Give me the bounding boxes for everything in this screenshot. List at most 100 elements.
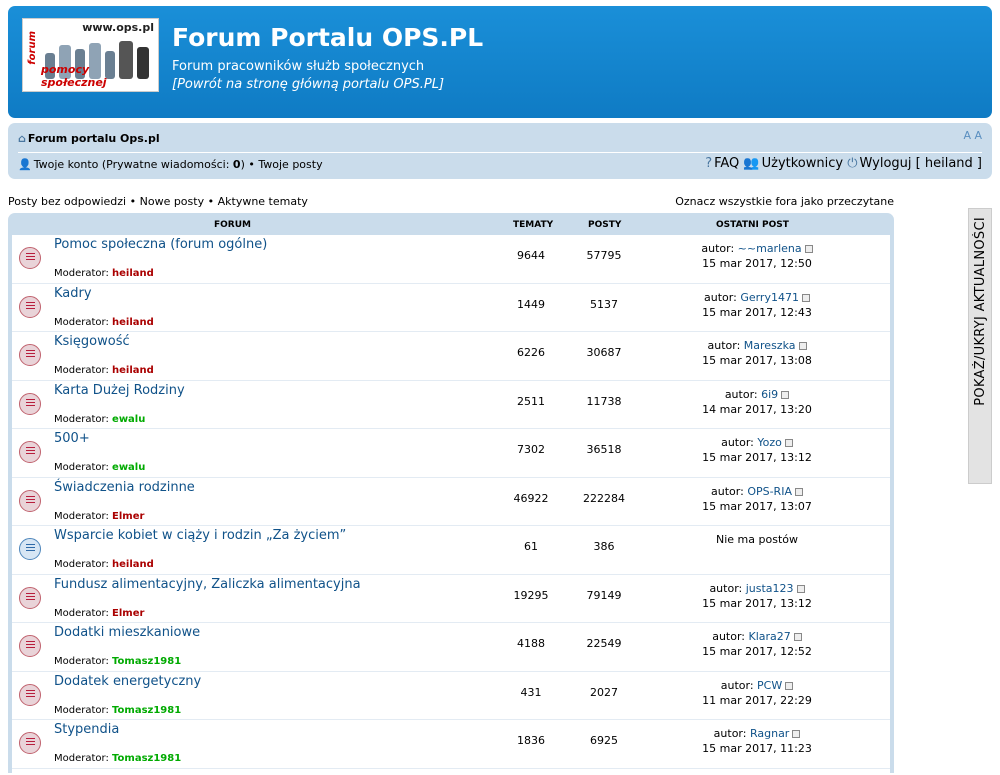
logout-username[interactable]: [ heiland ] [916,156,982,171]
forum-title-link[interactable]: Karta Dużej Rodziny [54,383,185,398]
unanswered-posts-link[interactable]: Posty bez odpowiedzi [8,195,126,208]
last-post-cell: autor: 6i9 14 mar 2017, 13:20 [632,387,882,417]
forum-row: Wsparcie kobiet w ciąży i rodzin „Za życ… [12,526,890,575]
breadcrumb-home-link[interactable]: Forum portalu Ops.pl [28,132,160,145]
view-latest-post-icon[interactable] [798,342,807,350]
forum-status-icon [19,732,41,754]
last-post-author[interactable]: Yozo [757,436,782,449]
forum-row: Kadry Moderator: heiland 1449 5137 autor: Ge… [12,284,890,332]
moderator-name[interactable]: ewalu [112,414,145,425]
last-post-author[interactable]: justa123 [746,582,794,595]
site-header: www.ops.pl forum pomocy społecznej Forum… [8,6,992,118]
forum-list-header: Forum Tematy Posty Ostatni post [8,213,894,235]
view-latest-post-icon[interactable] [793,633,802,641]
topics-count: 19295 [513,588,549,602]
moderator-line: Moderator: Tomasz1981 [54,656,181,667]
font-size-toggle[interactable]: A A [963,129,982,142]
last-post-date: 15 mar 2017, 13:12 [702,596,812,610]
view-latest-post-icon[interactable] [792,730,801,738]
moderator-name[interactable]: heiland [112,365,154,376]
logo-bottom-text: pomocy społecznej [41,63,107,89]
your-posts-link[interactable]: Twoje posty [258,158,322,171]
forum-title-link[interactable]: Wsparcie kobiet w ciąży i rodzin „Za życ… [54,528,346,543]
mark-all-read-link[interactable]: Oznacz wszystkie fora jako przeczytane [675,195,894,208]
moderator-name[interactable]: Tomasz1981 [112,753,181,764]
last-post-author[interactable]: ~~marlena [738,242,802,255]
moderator-name[interactable]: Elmer [112,511,144,522]
header-last-post: Ostatni post [716,220,789,230]
forum-status-icon [19,295,41,318]
view-latest-post-icon[interactable] [801,293,810,302]
forum-row: Księgowość Moderator: heiland 6226 30687 aut… [12,332,890,381]
site-logo[interactable]: www.ops.pl forum pomocy społecznej [22,18,159,92]
forum-status-icon [19,586,41,609]
forum-title-link[interactable]: Dodatki mieszkaniowe [54,625,200,640]
view-latest-post-icon[interactable] [794,487,803,496]
forum-title-link[interactable]: Fundusz alimentacyjny, Zaliczka alimenta… [54,577,361,592]
view-latest-post-icon[interactable] [804,245,813,253]
forum-title-link[interactable]: Dodatek energetyczny [54,674,201,689]
forum-title-link[interactable]: Pomoc społeczna (forum ogólne) [54,237,267,252]
last-post-author[interactable]: Klara27 [749,630,791,643]
posts-count: 57795 [586,249,622,262]
forum-row: Dodatek energetyczny Moderator: Tomasz198… [12,672,890,720]
moderator-name[interactable]: ewalu [112,462,145,473]
logo-url-text: www.ops.pl [82,21,154,34]
last-post-author[interactable]: Mareszka [744,339,796,352]
account-link[interactable]: Twoje konto [34,158,99,171]
user-links: 👤 Twoje konto (Prywatne wiadomości: 0) • … [18,158,323,171]
forum-status-icon [19,392,41,415]
moderator-name[interactable]: heiland [112,559,154,570]
forum-title-link[interactable]: Świadczenia rodzinne [54,480,195,495]
last-post-cell: autor: Klara27 15 mar 2017, 12:52 [632,629,882,659]
users-link[interactable]: Użytkownicy [762,156,843,171]
separator-dot: • [248,158,255,171]
forum-row: Karta Dużej Rodziny Moderator: ewalu 2511 1… [12,381,890,429]
moderator-name[interactable]: heiland [112,317,154,328]
logout-link[interactable]: Wyloguj [860,156,912,171]
forum-status-icon [19,489,41,512]
moderator-line: Moderator: Tomasz1981 [54,753,181,764]
author-label: autor: [712,630,745,643]
forum-title-link[interactable]: Kadry [54,286,92,301]
moderator-line: Moderator: ewalu [54,462,145,473]
topics-count: 46922 [513,491,549,505]
nav-right-links: ? FAQ 👥 Użytkownicy ⏻ Wyloguj [ heiland ] [705,156,982,171]
last-post-cell: autor: OPS-RIA 15 mar 2017, 13:07 [632,484,882,514]
moderator-name[interactable]: Tomasz1981 [112,656,181,667]
breadcrumb: ⌂ Forum portalu Ops.pl [18,132,160,145]
view-latest-post-icon[interactable] [784,439,793,447]
site-description: Forum pracowników służb społecznych [Pow… [172,58,444,94]
last-post-author[interactable]: PCW [757,679,782,692]
forum-title-link[interactable]: Księgowość [54,334,130,349]
faq-link[interactable]: FAQ [714,156,739,171]
moderator-name[interactable]: heiland [112,268,154,279]
last-post-author[interactable]: 6i9 [761,388,778,401]
back-to-portal-link[interactable]: [Powrót na stronę główną portalu OPS.PL] [172,76,444,94]
view-latest-post-icon[interactable] [796,584,805,593]
author-label: autor: [721,436,754,449]
last-post-date: 14 mar 2017, 13:20 [702,402,812,416]
author-label: autor: [704,290,737,304]
last-post-author[interactable]: Gerry1471 [740,291,799,304]
view-latest-post-icon[interactable] [781,390,790,399]
view-latest-post-icon[interactable] [785,681,794,690]
pm-count[interactable]: 0 [233,158,241,171]
last-post-author[interactable]: Ragnar [750,727,789,740]
forum-title-link[interactable]: Stypendia [54,722,119,737]
last-post-date: 15 mar 2017, 12:50 [702,257,812,270]
last-post-author[interactable]: OPS-RIA [747,485,792,498]
moderator-line: Moderator: heiland [54,559,154,570]
posts-count: 5137 [590,297,618,311]
forum-actions: Posty bez odpowiedzi • Nowe posty • Akty… [8,195,894,208]
new-posts-link[interactable]: Nowe posty [140,195,205,208]
topics-count: 6226 [517,346,545,359]
news-toggle-panel[interactable]: POKAŻ/UKRYJ AKTUALNOŚCI [968,208,992,484]
moderator-label: Moderator: [54,559,109,570]
moderator-name[interactable]: Elmer [112,608,144,619]
topics-count: 1836 [517,734,545,747]
last-post-date: 15 mar 2017, 13:08 [702,354,812,367]
moderator-name[interactable]: Tomasz1981 [112,705,181,716]
forum-title-link[interactable]: 500+ [54,431,90,446]
active-topics-link[interactable]: Aktywne tematy [218,195,308,208]
